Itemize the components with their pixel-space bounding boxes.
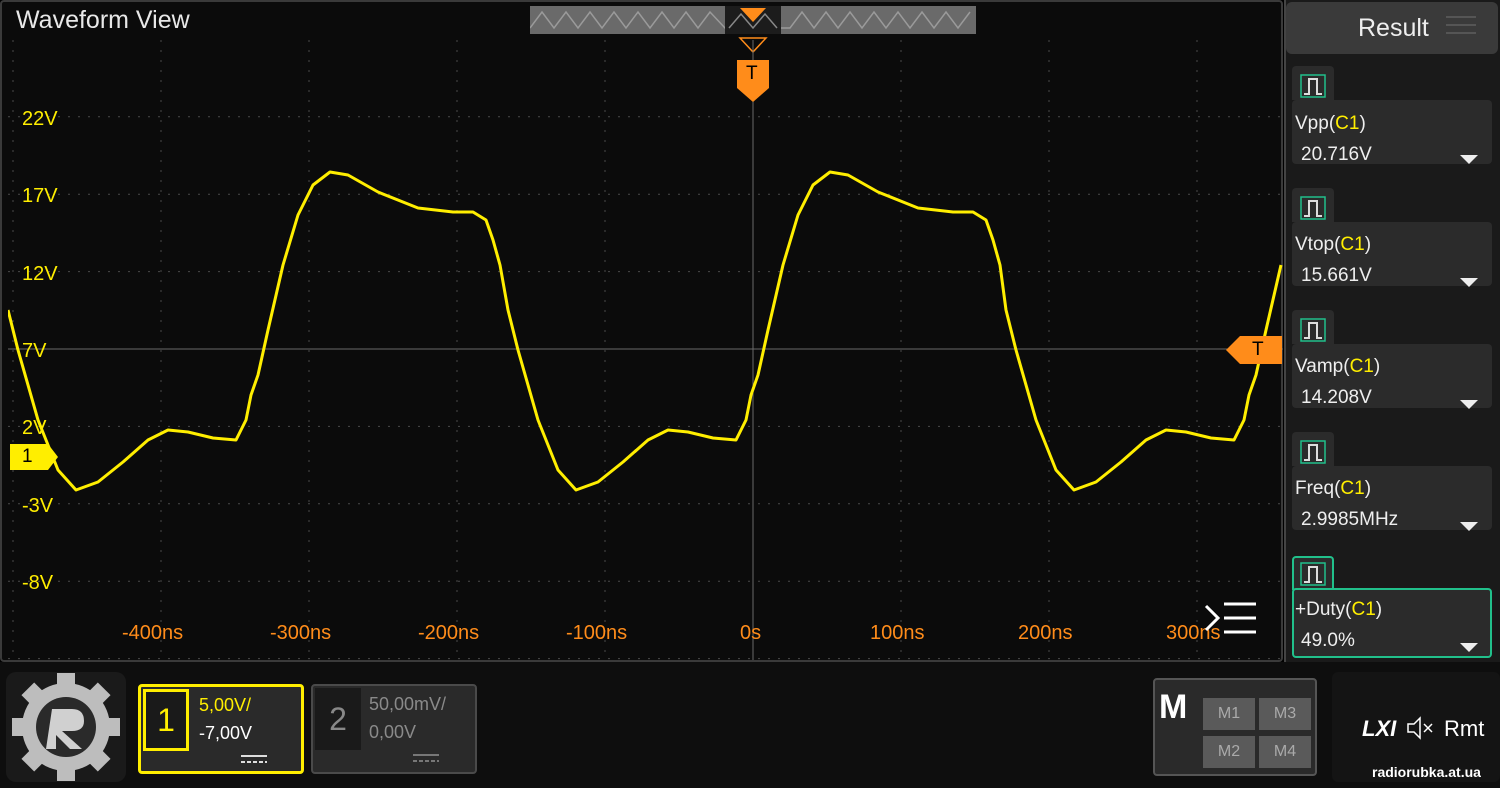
x-label-minus400ns: -400ns [122,622,184,644]
math-m1-button[interactable]: M1 [1203,698,1255,730]
x-label-minus300ns: -300ns [270,622,332,644]
dropdown-arrow-icon[interactable] [1460,400,1478,409]
measurement-name-vamp: Vamp(C1) [1295,356,1381,377]
measurement-name-freq: Freq(C1) [1295,478,1372,499]
pulse-measure-icon [1300,318,1326,342]
trigger-position-marker[interactable]: T [737,60,769,104]
channel-1-offset: -7,00V [199,723,253,743]
lxi-label: LXI [1362,716,1397,741]
dc-coupling-icon [241,755,267,763]
home-logo-button[interactable] [6,672,126,782]
channel-2-settings[interactable]: 2 50,00mV/ 0,00V [311,684,477,774]
measurement-name-duty: +Duty(C1) [1295,599,1383,620]
result-title: Result [1358,14,1429,42]
dropdown-arrow-icon[interactable] [1460,522,1478,531]
measurement-name-vpp: Vpp(C1) [1295,113,1366,134]
sound-muted-icon[interactable] [1406,716,1436,740]
waveform-view-title: Waveform View [16,6,190,34]
x-label-minus100ns: -100ns [566,622,628,644]
menu-expand-icon[interactable] [1200,598,1260,642]
x-label-100ns: 100ns [870,622,925,644]
pulse-measure-icon [1300,196,1326,220]
channel-1-scale: 5,00V/ [199,695,252,715]
math-panel[interactable]: M M1 M3 M2 M4 [1153,678,1317,776]
y-label-17v: 17V [22,185,58,207]
pulse-measure-icon [1300,74,1326,98]
dropdown-arrow-icon[interactable] [1460,155,1478,164]
ch1-trace [8,170,1283,492]
dc-coupling-icon [413,754,439,762]
pulse-measure-icon [1300,440,1326,464]
channel-2-offset: 0,00V [369,722,417,742]
dropdown-arrow-icon[interactable] [1460,278,1478,287]
trigger-level-label: T [1252,339,1264,360]
measurement-value-vpp: 20.716V [1301,144,1372,165]
channel-2-number: 2 [315,688,361,750]
dropdown-arrow-icon[interactable] [1460,643,1478,652]
y-label-minus3v: -3V [22,495,54,517]
channel-1-number: 1 [143,689,189,751]
x-label-200ns: 200ns [1018,622,1073,644]
measurement-value-vtop: 15.661V [1301,265,1372,286]
x-label-minus200ns: -200ns [418,622,480,644]
y-label-7v: 7V [22,340,47,362]
result-menu-icon[interactable] [1446,14,1476,36]
remote-status: Rmt [1444,716,1485,741]
x-label-0s: 0s [740,622,762,644]
measurement-value-freq: 2.9985MHz [1301,509,1399,530]
pulse-measure-icon [1300,562,1326,586]
y-label-2v: 2V [22,417,47,439]
math-m4-button[interactable]: M4 [1259,736,1311,768]
y-label-12v: 12V [22,263,58,285]
measurement-name-vtop: Vtop(C1) [1295,234,1372,255]
watermark-text: radiorubka.at.ua [1372,764,1481,780]
measurement-value-duty: 49.0% [1301,630,1355,651]
trigger-level-marker[interactable]: T [1226,336,1282,364]
y-label-minus8v: -8V [22,572,54,594]
gear-logo-icon [12,673,120,781]
channel-2-scale: 50,00mV/ [369,694,447,714]
trigger-position-label: T [746,63,758,84]
channel-1-settings[interactable]: 1 5,00V/ -7,00V [138,684,304,774]
measurement-value-vamp: 14.208V [1301,387,1372,408]
math-m3-button[interactable]: M3 [1259,698,1311,730]
y-label-22v: 22V [22,108,58,130]
waveform-graticule [8,40,1283,660]
math-label: M [1159,688,1188,726]
ch1-marker-label: 1 [22,446,33,467]
grid-lines [8,40,1283,660]
ch1-offset-marker[interactable]: 1 [10,444,58,470]
math-m2-button[interactable]: M2 [1203,736,1255,768]
